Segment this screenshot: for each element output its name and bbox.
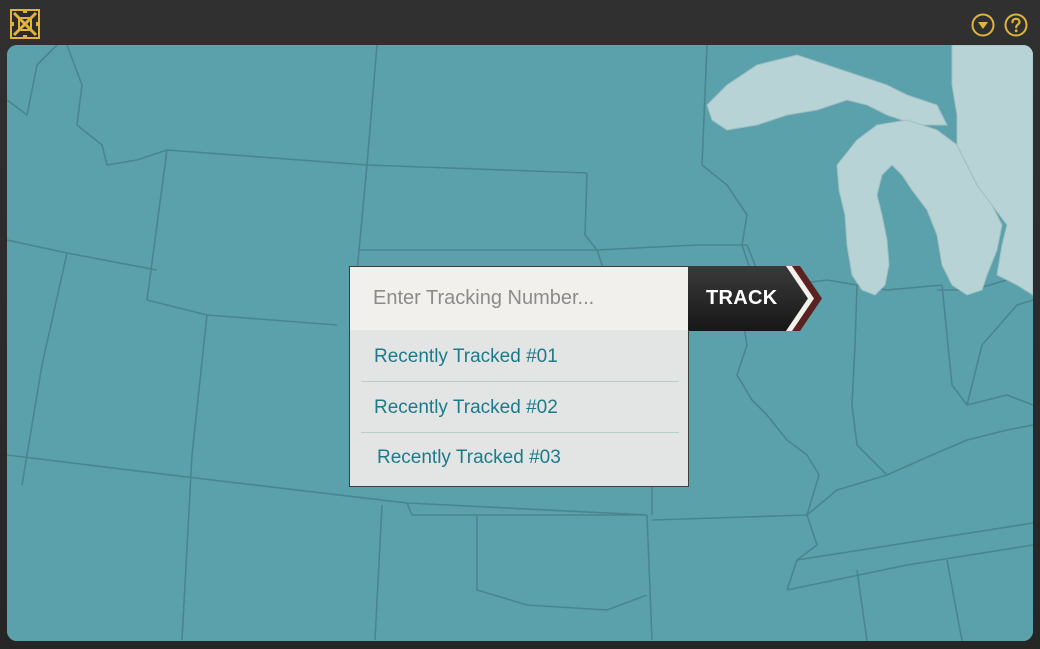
app-window: TRACK Recently Tracked #01 Recently Trac… [0, 0, 1040, 649]
title-bar [0, 0, 1040, 46]
track-button-label: TRACK [706, 287, 778, 309]
recently-tracked-list: Recently Tracked #01 Recently Tracked #0… [349, 330, 689, 487]
tracking-number-input[interactable] [349, 266, 689, 331]
recent-item[interactable]: Recently Tracked #02 [361, 383, 679, 433]
track-button[interactable]: TRACK [688, 266, 822, 331]
chevron-down-circle-icon[interactable] [971, 13, 995, 37]
box-cross-logo-icon[interactable] [10, 9, 40, 39]
recent-item[interactable]: Recently Tracked #03 [361, 433, 679, 483]
question-circle-icon[interactable] [1004, 13, 1028, 37]
recent-item[interactable]: Recently Tracked #01 [361, 332, 679, 382]
